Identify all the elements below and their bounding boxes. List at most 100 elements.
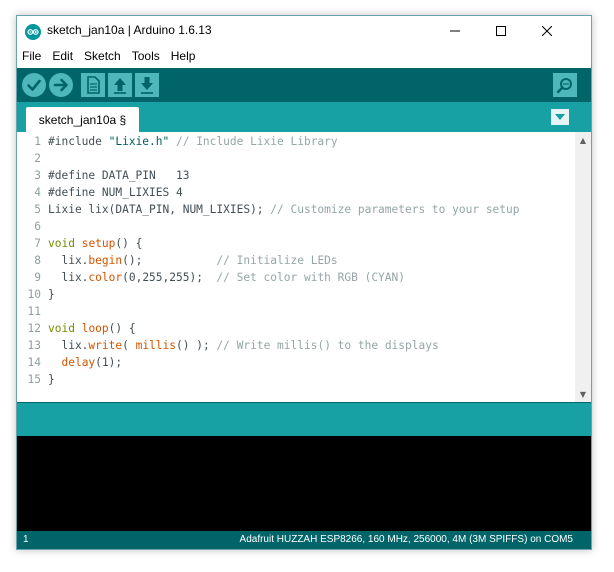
new-icon[interactable] (81, 73, 105, 97)
code-token: // Customize parameters to your setup (270, 203, 520, 216)
verify-icon[interactable] (22, 73, 46, 97)
title-bar: sketch_jan10a | Arduino 1.6.13 (17, 16, 591, 46)
code-token: void (48, 237, 75, 250)
menu-tools[interactable]: Tools (131, 49, 161, 63)
code-token: millis (135, 339, 177, 352)
menu-bar: File Edit Sketch Tools Help (17, 46, 591, 66)
code-token: // Set color with RGB (CYAN) (216, 271, 405, 284)
console-output[interactable] (17, 436, 591, 533)
code-token: lix. (48, 254, 89, 267)
arduino-logo-icon (25, 24, 41, 40)
upload-icon[interactable] (49, 73, 73, 97)
arduino-window: sketch_jan10a | Arduino 1.6.13 File Edit… (16, 15, 592, 550)
code-text: lix.begin(); // Initialize LEDs (48, 252, 338, 269)
code-text: #define DATA_PIN 13 (48, 167, 189, 184)
open-icon[interactable] (108, 73, 132, 97)
code-line[interactable]: 9 lix.color(0,255,255); // Set color wit… (17, 269, 575, 286)
code-text: #define NUM_LIXIES 4 (48, 184, 183, 201)
code-line[interactable]: 6 (17, 218, 575, 235)
code-token: () { (108, 322, 136, 335)
line-number: 1 (34, 135, 41, 148)
code-token: setup (81, 237, 116, 250)
code-token: lix. (48, 339, 89, 352)
code-text: #include "Lixie.h" // Include Lixie Libr… (48, 133, 338, 150)
code-text: Lixie lix(DATA_PIN, NUM_LIXIES); // Cust… (48, 201, 520, 218)
serial-monitor-icon[interactable] (553, 73, 577, 97)
tab-sketch-jan10a[interactable]: sketch_jan10a § (26, 107, 139, 132)
line-number: 9 (34, 271, 41, 284)
line-number: 8 (34, 254, 41, 267)
code-text: } (48, 286, 55, 303)
line-number: 14 (27, 356, 41, 369)
code-token: } (48, 373, 55, 386)
scroll-down-icon[interactable]: ▼ (575, 386, 591, 402)
chevron-down-icon (555, 114, 565, 120)
line-number: 11 (27, 305, 41, 318)
close-button[interactable] (524, 16, 570, 46)
code-line[interactable]: 5 Lixie lix(DATA_PIN, NUM_LIXIES); // Cus… (17, 201, 575, 218)
save-icon[interactable] (135, 73, 159, 97)
code-token: // Write millis() to the displays (216, 339, 439, 352)
tab-menu-button[interactable] (551, 109, 569, 125)
code-token: (); (122, 254, 217, 267)
code-token: // Include Lixie Library (169, 135, 338, 148)
code-token: () { (115, 237, 143, 250)
code-token: #define NUM_LIXIES 4 (48, 186, 183, 199)
code-token: write (88, 339, 123, 352)
code-token: void (48, 322, 75, 335)
code-token: #include (48, 135, 109, 148)
maximize-button[interactable] (478, 16, 524, 46)
code-text: } (48, 371, 55, 388)
vertical-scrollbar[interactable]: ▲ ▼ (575, 132, 591, 402)
menu-file[interactable]: File (21, 49, 42, 63)
code-line[interactable]: 10} (17, 286, 575, 303)
line-number: 12 (27, 322, 41, 335)
code-token: #define DATA_PIN 13 (48, 169, 190, 182)
code-token: // Initialize LEDs (216, 254, 338, 267)
menu-sketch[interactable]: Sketch (83, 49, 122, 63)
code-editor[interactable]: 1 #include "Lixie.h" // Include Lixie Lib… (17, 132, 591, 402)
line-number: 10 (27, 288, 41, 301)
code-token: color (88, 271, 123, 284)
line-number: 13 (27, 339, 41, 352)
line-number: 15 (27, 373, 41, 386)
code-line[interactable]: 11 (17, 303, 575, 320)
code-line[interactable]: 13 lix.write( millis() ); // Write milli… (17, 337, 575, 354)
line-number: 4 (34, 186, 41, 199)
line-number: 3 (34, 169, 41, 182)
code-text: lix.color(0,255,255); // Set color with … (48, 269, 405, 286)
code-line[interactable]: 15} (17, 371, 575, 388)
code-line[interactable]: 7 void setup() { (17, 235, 575, 252)
code-token: loop (81, 322, 109, 335)
line-number: 6 (34, 220, 41, 233)
code-line[interactable]: 2 (17, 150, 575, 167)
code-line[interactable]: 14 delay(1); (17, 354, 575, 371)
code-token: (1); (95, 356, 123, 369)
close-icon (542, 26, 552, 36)
menu-edit[interactable]: Edit (51, 49, 74, 63)
code-text: void loop() { (48, 320, 136, 337)
code-token: begin (88, 254, 123, 267)
code-line[interactable]: 12 void loop() { (17, 320, 575, 337)
code-text: lix.write( millis() ); // Write millis()… (48, 337, 439, 354)
code-line[interactable]: 4 #define NUM_LIXIES 4 (17, 184, 575, 201)
code-line[interactable]: 8 lix.begin(); // Initialize LEDs (17, 252, 575, 269)
code-token: delay (61, 356, 96, 369)
code-line[interactable]: 1 #include "Lixie.h" // Include Lixie Lib… (17, 133, 575, 150)
scroll-up-icon[interactable]: ▲ (575, 132, 591, 148)
code-text: void setup() { (48, 235, 142, 252)
code-token: ( (122, 339, 136, 352)
code-line[interactable]: 3 #define DATA_PIN 13 (17, 167, 575, 184)
toolbar (17, 68, 591, 102)
menu-help[interactable]: Help (170, 49, 197, 63)
code-area[interactable]: 1 #include "Lixie.h" // Include Lixie Lib… (17, 133, 575, 388)
tab-strip: sketch_jan10a § (17, 102, 591, 132)
board-info: Adafruit HUZZAH ESP8266, 160 MHz, 256000… (239, 534, 573, 545)
minimize-button[interactable] (432, 16, 478, 46)
code-text: delay(1); (48, 354, 122, 371)
line-number: 5 (34, 203, 41, 216)
status-bar: 1 Adafruit HUZZAH ESP8266, 160 MHz, 2560… (17, 531, 591, 549)
window-title: sketch_jan10a | Arduino 1.6.13 (47, 23, 212, 37)
